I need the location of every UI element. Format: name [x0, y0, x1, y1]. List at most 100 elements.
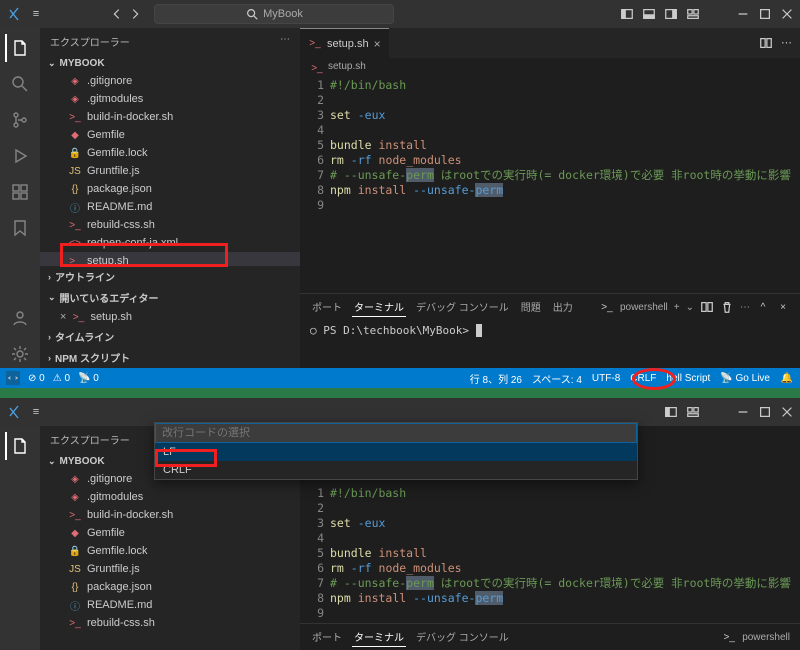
file-item[interactable]: JSGruntfile.js [40, 162, 300, 180]
split-terminal-icon[interactable] [700, 300, 714, 314]
file-item[interactable]: >_rebuild-css.sh [40, 216, 300, 234]
file-item[interactable]: 🔒Gemfile.lock [40, 144, 300, 162]
split-icon[interactable] [759, 36, 773, 50]
layout-right-icon[interactable] [664, 7, 678, 21]
panel-tab-terminal[interactable]: ターミナル [352, 297, 406, 317]
file-item[interactable]: ◈.gitmodules [40, 488, 300, 506]
code-editor[interactable]: 123456789 #!/bin/bash set -eux bundle in… [300, 486, 800, 623]
panel-tab-output[interactable]: 出力 [551, 297, 575, 317]
open-editors-section[interactable]: ⌄開いているエディター [40, 287, 300, 308]
file-item[interactable]: >_build-in-docker.sh [40, 108, 300, 126]
titlebar: ≡ MyBook [0, 0, 800, 28]
file-item[interactable]: {}package.json [40, 180, 300, 198]
picker-option-crlf[interactable]: CRLF [155, 461, 637, 479]
chevron-down-icon[interactable]: ⌄ [686, 302, 694, 313]
file-item[interactable]: ⓘREADME.md [40, 596, 300, 614]
layout-left-icon[interactable] [664, 405, 678, 419]
more-icon[interactable]: ⋯ [781, 36, 792, 50]
debug-icon[interactable] [6, 142, 34, 170]
status-eol[interactable]: CRLF [630, 373, 656, 384]
shell-icon: >_ [68, 218, 82, 232]
search-tab-icon[interactable] [6, 70, 34, 98]
status-language[interactable]: hell Script [666, 373, 710, 384]
status-encoding[interactable]: UTF-8 [592, 373, 620, 384]
command-center[interactable]: MyBook [154, 4, 394, 24]
timeline-section[interactable]: ›タイムライン [40, 326, 300, 347]
panel-tab-terminal[interactable]: ターミナル [352, 627, 406, 647]
json-icon: {} [68, 580, 82, 594]
project-header[interactable]: ⌄MYBOOK [40, 55, 300, 72]
explorer-title: エクスプローラー [50, 34, 130, 49]
status-port[interactable]: 📡 0 [78, 373, 99, 384]
close-icon[interactable] [780, 405, 794, 419]
minimize-icon[interactable] [736, 405, 750, 419]
npm-section[interactable]: ›NPM スクリプト [40, 347, 300, 368]
hamburger-icon[interactable]: ≡ [26, 4, 46, 24]
more-icon[interactable]: ⋯ [740, 302, 750, 313]
add-terminal-icon[interactable]: + [674, 302, 680, 313]
file-item[interactable]: >_build-in-docker.sh [40, 506, 300, 524]
panel-tab-debug[interactable]: デバッグ コンソール [414, 627, 511, 647]
file-item[interactable]: ◈.gitignore [40, 72, 300, 90]
breadcrumb[interactable]: >_ setup.sh [300, 58, 800, 78]
layout-custom-icon[interactable] [686, 7, 700, 21]
panel-tab-ports[interactable]: ポート [310, 627, 344, 647]
explorer-icon[interactable] [5, 34, 33, 62]
panel-tab-problems[interactable]: 問題 [519, 297, 543, 317]
terminal-name[interactable]: powershell [620, 302, 668, 313]
bell-icon[interactable]: 🔔 [780, 371, 794, 385]
file-item[interactable]: ⓘREADME.md [40, 198, 300, 216]
explorer-icon[interactable] [5, 432, 33, 460]
vscode-icon [6, 6, 22, 22]
file-item[interactable]: <>redpen-conf-ja.xml [40, 234, 300, 252]
terminal-icon: >_ [600, 300, 614, 314]
outline-section[interactable]: ›アウトライン [40, 266, 300, 287]
minimize-icon[interactable] [736, 7, 750, 21]
close-icon[interactable] [780, 7, 794, 21]
account-icon[interactable] [6, 304, 34, 332]
maximize-icon[interactable] [758, 7, 772, 21]
terminal[interactable]: ○ PS D:\techbook\MyBook> [300, 320, 800, 341]
layout-bottom-icon[interactable] [642, 7, 656, 21]
more-icon[interactable]: ⋯ [280, 34, 290, 49]
file-item[interactable]: JSGruntfile.js [40, 560, 300, 578]
file-item[interactable]: ◈.gitmodules [40, 90, 300, 108]
status-warnings[interactable]: ⚠ 0 [53, 373, 70, 384]
status-bar: ⊘ 0 ⚠ 0 📡 0 行 8、列 26 スペース: 4 UTF-8 CRLF … [0, 368, 800, 388]
status-cursor[interactable]: 行 8、列 26 [470, 371, 522, 386]
file-item[interactable]: ◆Gemfile [40, 126, 300, 144]
panel-tab-ports[interactable]: ポート [310, 297, 344, 317]
file-item[interactable]: {}package.json [40, 578, 300, 596]
file-item[interactable]: >_rebuild-css.sh [40, 614, 300, 632]
picker-input[interactable] [155, 423, 637, 443]
editor-tab[interactable]: >_ setup.sh × [300, 28, 389, 58]
nav-forward-icon[interactable] [128, 7, 142, 21]
maximize-icon[interactable] [758, 405, 772, 419]
status-golive[interactable]: 📡 Go Live [720, 373, 770, 384]
layout-left-icon[interactable] [620, 7, 634, 21]
file-item[interactable]: ◆Gemfile [40, 524, 300, 542]
trash-icon[interactable] [720, 300, 734, 314]
bookmark-icon[interactable] [6, 214, 34, 242]
layout-custom-icon[interactable] [686, 405, 700, 419]
extensions-icon[interactable] [6, 178, 34, 206]
panel-tab-debug[interactable]: デバッグ コンソール [414, 297, 511, 317]
explorer-title: エクスプローラー [50, 432, 130, 447]
open-editor-item[interactable]: ×>_setup.sh [40, 308, 300, 326]
maximize-panel-icon[interactable]: ^ [756, 300, 770, 314]
scm-icon[interactable] [6, 106, 34, 134]
status-errors[interactable]: ⊘ 0 [28, 373, 45, 384]
file-item[interactable]: 🔒Gemfile.lock [40, 542, 300, 560]
code-editor[interactable]: 123456789 #!/bin/bash set -eux bundle in… [300, 78, 800, 293]
editor-area: >_ setup.sh × ⋯ >_ setup.sh 123456789 #!… [300, 28, 800, 368]
nav-back-icon[interactable] [110, 7, 124, 21]
close-tab-icon[interactable]: × [374, 37, 381, 51]
settings-icon[interactable] [6, 340, 34, 368]
remote-icon[interactable] [6, 371, 20, 385]
file-item-active[interactable]: >_setup.sh [40, 252, 300, 266]
picker-option-lf[interactable]: LF [155, 443, 637, 461]
hamburger-icon[interactable]: ≡ [26, 402, 46, 422]
terminal-name[interactable]: powershell [742, 632, 790, 643]
close-panel-icon[interactable]: × [776, 300, 790, 314]
status-spaces[interactable]: スペース: 4 [532, 371, 582, 386]
